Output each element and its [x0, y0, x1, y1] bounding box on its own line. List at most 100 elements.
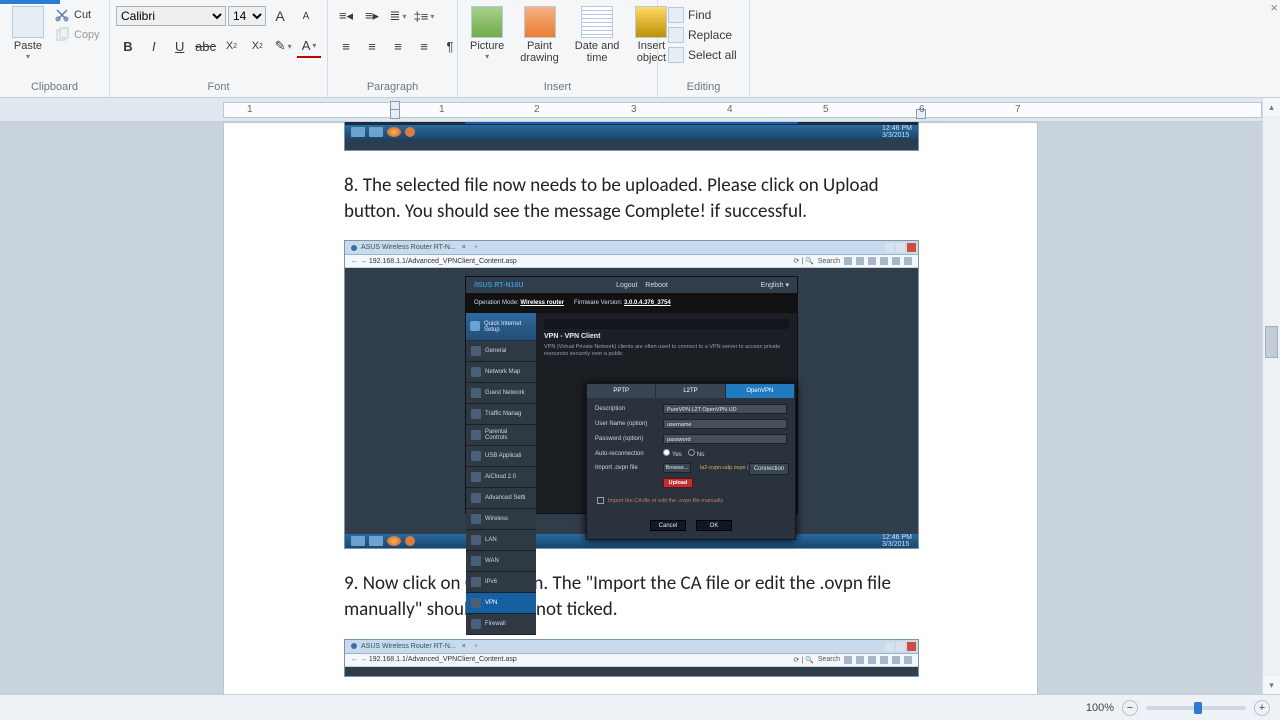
line-spacing-button[interactable]: ‡≡ — [412, 4, 436, 28]
dec-indent-button[interactable]: ≡◂ — [334, 4, 358, 28]
align-center-button[interactable]: ≡ — [360, 34, 384, 58]
embedded-image-3[interactable]: ASUS Wireless Router RT-N...×+ ← → 192.1… — [344, 639, 919, 677]
date-icon — [581, 6, 613, 38]
ry: Yes — [672, 452, 682, 458]
browser-tab-bar: ASUS Wireless Router RT-N... ×+ — [345, 241, 918, 255]
router-panel: /ISUS RT-N16U Logout Reboot English ▾ Op… — [465, 276, 798, 514]
hanging-indent-marker[interactable] — [390, 109, 400, 119]
router-sb-item: Network Map — [466, 362, 536, 383]
font-name-select[interactable]: Calibri — [116, 6, 226, 26]
scroll-down-button[interactable]: ▾ — [1263, 676, 1280, 694]
italic-button[interactable]: I — [142, 34, 166, 58]
bold-button[interactable]: B — [116, 34, 140, 58]
underline-button[interactable]: U — [168, 34, 192, 58]
cut-icon — [54, 7, 70, 23]
router-sb-item: AiCloud 2.0 — [466, 467, 536, 488]
vpn-dialog: PPTP L2TP OpenVPN DescriptionPureVPN L2T… — [586, 383, 796, 540]
align-right-button[interactable]: ≡ — [386, 34, 410, 58]
ruler-num: 7 — [1015, 104, 1021, 115]
ruler-num: 5 — [823, 104, 829, 115]
subscript-button[interactable]: X2 — [220, 34, 244, 58]
fw-k: Firmware Version: — [574, 300, 622, 306]
u3: 192.168.1.1/Advanced_VPNClient_Content.a… — [369, 656, 517, 663]
find-icon — [668, 7, 684, 23]
zoom-knob[interactable] — [1194, 702, 1202, 714]
selectall-label: Select all — [688, 48, 737, 62]
paint-icon — [524, 6, 556, 38]
fld-desc: PureVPN L2T OpenVPN UD — [663, 404, 787, 414]
grow-font-button[interactable]: A — [268, 4, 292, 28]
l3: Date and time — [575, 40, 620, 64]
copy-button[interactable]: Copy — [54, 26, 100, 44]
scroll-thumb[interactable] — [1265, 326, 1278, 358]
group-clipboard-label: Clipboard — [0, 79, 109, 97]
embedded-image-2[interactable]: ASUS Wireless Router RT-N... ×+ ← → 192.… — [344, 240, 919, 549]
ca-checkbox — [597, 497, 604, 504]
vertical-scrollbar[interactable]: ▴ ▾ — [1262, 98, 1280, 694]
font-color-button[interactable]: A — [297, 34, 321, 58]
fld-import-label: Import .ovpn file — [595, 465, 657, 471]
paste-icon — [12, 6, 44, 38]
embedded-image-1[interactable]: 12:46 PM3/3/2015 — [344, 122, 919, 151]
ruler-num: 6 — [919, 104, 925, 115]
inc-indent-button[interactable]: ≡▸ — [360, 4, 384, 28]
chrome-icon — [387, 127, 401, 137]
d2: 3/3/2015 — [882, 541, 909, 548]
fw-v: 3.0.0.4.376_3754 — [624, 300, 671, 306]
insert-paint-button[interactable]: Paint drawing — [514, 4, 565, 66]
l2: Paint drawing — [520, 40, 559, 64]
scroll-up-button[interactable]: ▴ — [1263, 98, 1280, 116]
insert-picture-button[interactable]: Picture▾ — [464, 4, 510, 63]
find-label: Find — [688, 8, 711, 22]
l1: Picture — [470, 40, 504, 52]
step8-text[interactable]: 8. The selected file now needs to be upl… — [344, 173, 917, 224]
page[interactable]: 12:46 PM3/3/2015 8. The selected file no… — [223, 122, 1038, 694]
search-ph: Search — [818, 258, 840, 265]
shrink-font-button[interactable]: A — [294, 4, 318, 28]
tab-pptp: PPTP — [587, 384, 656, 398]
tb-date: 3/3/2015 — [882, 132, 909, 139]
tt3: ASUS Wireless Router RT-N... — [361, 643, 456, 650]
logout-link: Logout — [616, 282, 637, 289]
strikethrough-button[interactable]: abc — [194, 34, 218, 58]
cut-button[interactable]: Cut — [54, 6, 100, 24]
paste-button[interactable]: Paste ▾ — [6, 4, 50, 63]
zoom-label: 100% — [1086, 702, 1114, 714]
ruler-num: 1 — [439, 104, 445, 115]
insert-date-button[interactable]: Date and time — [569, 4, 626, 66]
reboot-link: Reboot — [645, 282, 668, 289]
router-sb-item: Guest Network — [466, 383, 536, 404]
font-size-select[interactable]: 14 — [228, 6, 266, 26]
zoom-in-button[interactable]: + — [1254, 700, 1270, 716]
document-viewport[interactable]: 12:46 PM3/3/2015 8. The selected file no… — [0, 122, 1262, 694]
fld-pass: password — [663, 434, 787, 444]
step9-text[interactable]: 9. Now click on OK button. The "Import t… — [344, 571, 917, 622]
justify-button[interactable]: ≡ — [412, 34, 436, 58]
copy-label: Copy — [74, 29, 100, 41]
radio-yes — [663, 449, 670, 456]
tab-openvpn: OpenVPN — [726, 384, 795, 398]
browse-button: Browse... — [663, 463, 691, 473]
router-sb-item: USB Applicati — [466, 446, 536, 467]
firefox-icon — [405, 127, 415, 137]
zoom-out-button[interactable]: − — [1122, 700, 1138, 716]
replace-icon — [668, 27, 684, 43]
bullets-button[interactable]: ≣ — [386, 4, 410, 28]
find-button[interactable]: Find — [664, 6, 741, 24]
selectall-button[interactable]: Select all — [664, 46, 741, 64]
copy-icon — [54, 27, 70, 43]
superscript-button[interactable]: X2 — [245, 34, 269, 58]
replace-button[interactable]: Replace — [664, 26, 741, 44]
router-sb-item: Advanced Setti — [466, 488, 536, 509]
router-sb-item: General — [466, 341, 536, 362]
zoom-slider[interactable] — [1146, 706, 1246, 710]
url-text: 192.168.1.1/Advanced_VPNClient_Content.a… — [369, 258, 517, 265]
align-left-button[interactable]: ≡ — [334, 34, 358, 58]
router-brand: /ISUS RT-N16U — [474, 282, 523, 289]
start-icon — [351, 127, 365, 137]
ruler: 11234567 — [0, 98, 1280, 122]
group-insert-label: Insert — [458, 79, 657, 97]
window-close-icon[interactable]: × — [1270, 0, 1278, 15]
highlight-button[interactable]: ✎ — [271, 34, 295, 58]
fld-pass-label: Password (option) — [595, 436, 657, 442]
